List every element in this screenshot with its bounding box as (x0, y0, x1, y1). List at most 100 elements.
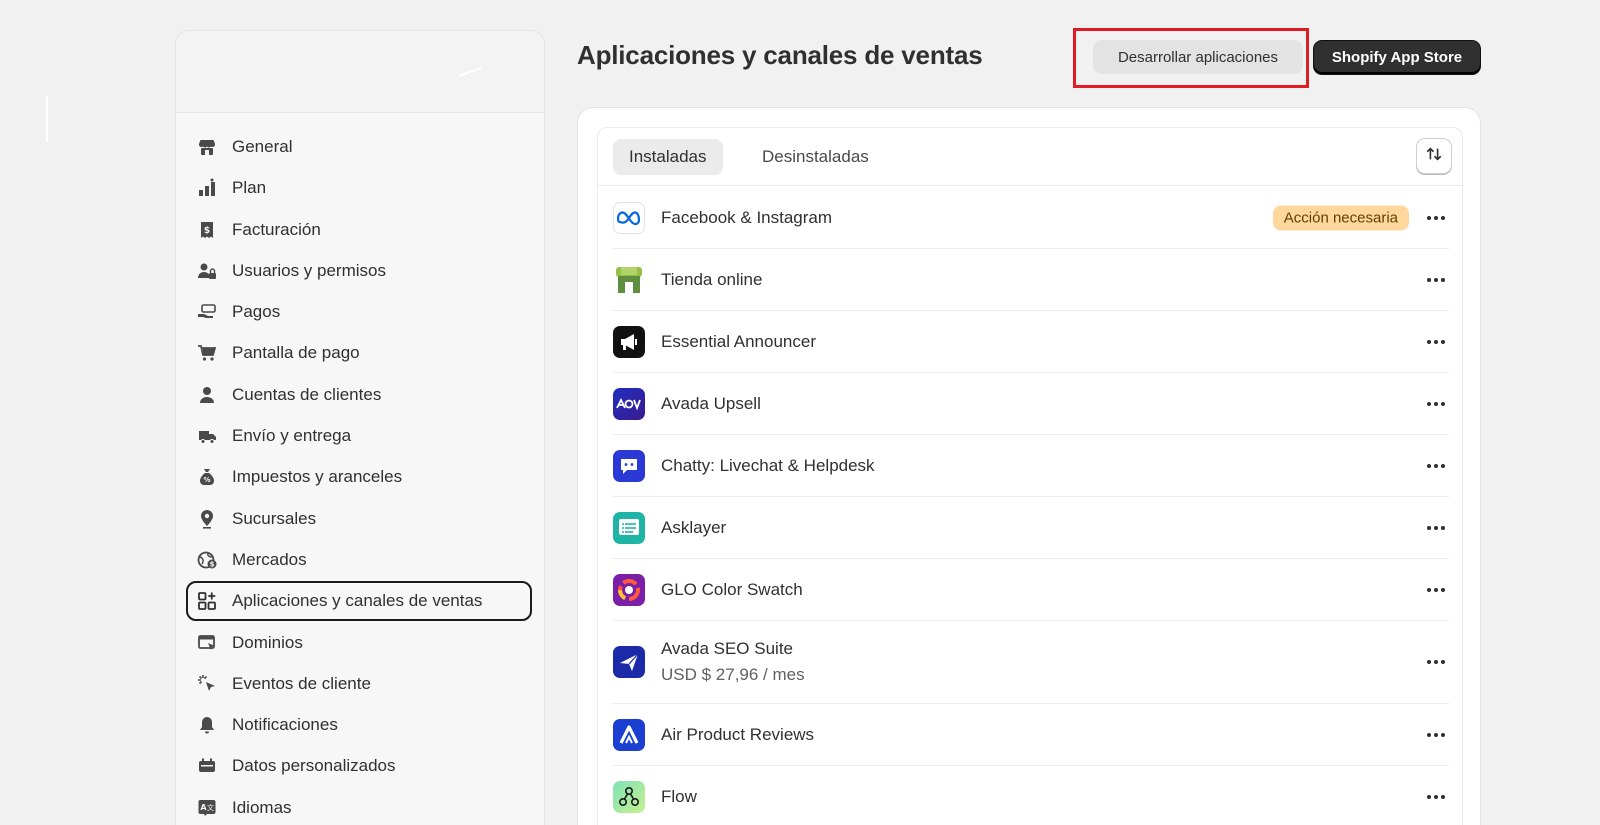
sidebar-item-locations[interactable]: Sucursales (186, 499, 532, 539)
sidebar-item-label: General (232, 137, 293, 156)
page-title: Aplicaciones y canales de ventas (577, 40, 983, 70)
app-text-group: Avada SEO Suite USD $ 27,96 / mes (661, 639, 805, 685)
apps-card: Instaladas Desinstaladas Facebook & Inst… (577, 107, 1481, 825)
app-name: Flow (661, 787, 697, 806)
avada-seo-icon (613, 646, 645, 678)
more-actions-icon[interactable] (1423, 394, 1449, 414)
app-row-online-store[interactable]: Tienda online (613, 249, 1449, 311)
sidebar-item-customer-events[interactable]: Eventos de cliente (186, 664, 532, 704)
sidebar-item-general[interactable]: General (186, 127, 532, 167)
sidebar-item-label: Datos personalizados (232, 756, 396, 776)
store-icon (196, 136, 218, 158)
svg-text:%: % (203, 476, 210, 484)
sidebar-item-label: Dominios (232, 632, 303, 652)
sidebar-item-domains[interactable]: Dominios (186, 623, 532, 663)
sidebar-item-label: Pantalla de pago (232, 343, 360, 363)
hand-cash-icon (196, 301, 218, 323)
sidebar-store-header (176, 31, 544, 113)
sidebar-item-label: Mercados (232, 549, 307, 569)
location-pin-icon (196, 508, 218, 530)
apps-tabs: Instaladas Desinstaladas (598, 128, 1462, 186)
tab-uninstalled[interactable]: Desinstaladas (746, 139, 885, 175)
app-row-air-reviews[interactable]: Air Product Reviews (613, 704, 1449, 766)
meta-icon (613, 201, 645, 234)
sidebar-item-label: Usuarios y permisos (232, 260, 386, 280)
screen-artifact (46, 96, 48, 142)
more-actions-icon[interactable] (1423, 518, 1449, 538)
header-decoration (458, 66, 482, 78)
air-reviews-icon (613, 718, 645, 751)
more-actions-icon[interactable] (1423, 208, 1449, 228)
receipt-icon: $ (196, 219, 218, 241)
bell-icon (196, 714, 218, 736)
tab-installed[interactable]: Instaladas (613, 139, 723, 175)
sidebar-item-label: Facturación (232, 219, 321, 239)
app-name: Tienda online (661, 269, 763, 289)
app-row-chatty[interactable]: Chatty: Livechat & Helpdesk (613, 435, 1449, 497)
sidebar-item-label: Idiomas (232, 797, 292, 817)
sidebar-item-billing[interactable]: $ Facturación (186, 210, 532, 250)
person-icon (196, 384, 218, 406)
app-row-flow[interactable]: Flow (613, 766, 1449, 825)
cart-icon (196, 342, 218, 364)
develop-apps-button[interactable]: Desarrollar aplicaciones (1093, 40, 1303, 74)
plan-icon (196, 177, 218, 199)
aov-icon (613, 387, 645, 420)
more-actions-icon[interactable] (1423, 787, 1449, 807)
color-swatch-icon (613, 573, 645, 606)
domain-icon (196, 632, 218, 654)
sort-button[interactable] (1416, 138, 1452, 174)
app-name: Avada SEO Suite (661, 639, 793, 658)
app-row-essential-announcer[interactable]: Essential Announcer (613, 311, 1449, 373)
sidebar-item-taxes[interactable]: % Impuestos y aranceles (186, 457, 532, 497)
more-actions-icon[interactable] (1423, 652, 1449, 672)
app-name: Asklayer (661, 517, 727, 537)
more-actions-icon[interactable] (1423, 456, 1449, 476)
sidebar-item-payments[interactable]: Pagos (186, 292, 532, 332)
database-icon (196, 755, 218, 777)
truck-icon (196, 425, 218, 447)
svg-text:文: 文 (207, 803, 214, 812)
sidebar-item-notifications[interactable]: Notificaciones (186, 705, 532, 745)
sidebar-item-label: Impuestos y aranceles (232, 467, 403, 487)
settings-sidebar: General Plan $ Facturación Usuarios y pe… (175, 30, 545, 825)
megaphone-icon (613, 325, 645, 358)
more-actions-icon[interactable] (1423, 270, 1449, 290)
more-actions-icon[interactable] (1423, 332, 1449, 352)
svg-text:$: $ (210, 560, 215, 568)
sidebar-item-shipping[interactable]: Envío y entrega (186, 416, 532, 456)
app-row-avada-seo[interactable]: Avada SEO Suite USD $ 27,96 / mes (613, 621, 1449, 704)
sidebar-item-label: Aplicaciones y canales de ventas (232, 591, 483, 611)
sidebar-item-plan[interactable]: Plan (186, 168, 532, 208)
more-actions-icon[interactable] (1423, 725, 1449, 745)
app-name: Facebook & Instagram (661, 207, 833, 227)
app-name: Chatty: Livechat & Helpdesk (661, 455, 875, 475)
apps-add-icon (196, 590, 218, 612)
app-row-asklayer[interactable]: Asklayer (613, 497, 1449, 559)
app-row-facebook[interactable]: Facebook & Instagram Acción necesaria (613, 187, 1449, 249)
chat-icon (613, 449, 645, 482)
sidebar-item-apps[interactable]: Aplicaciones y canales de ventas (186, 581, 532, 622)
status-badge: Acción necesaria (1272, 205, 1409, 230)
app-name: GLO Color Swatch (661, 579, 803, 599)
sidebar-item-markets[interactable]: $ Mercados (186, 540, 532, 580)
sidebar-item-checkout[interactable]: Pantalla de pago (186, 333, 532, 373)
cursor-click-icon (196, 673, 218, 695)
more-actions-icon[interactable] (1423, 580, 1449, 600)
apps-list-container: Instaladas Desinstaladas Facebook & Inst… (597, 127, 1463, 825)
sidebar-item-languages[interactable]: A文 Idiomas (186, 788, 532, 825)
flow-icon (613, 781, 645, 813)
sort-arrows-icon (1425, 145, 1443, 168)
sidebar-item-custom-data[interactable]: Datos personalizados (186, 746, 532, 786)
users-lock-icon (196, 260, 218, 282)
settings-nav: General Plan $ Facturación Usuarios y pe… (176, 113, 544, 825)
app-name: Air Product Reviews (661, 724, 815, 744)
sidebar-item-label: Sucursales (232, 508, 317, 528)
app-store-button[interactable]: Shopify App Store (1313, 40, 1481, 75)
app-name: Essential Announcer (661, 331, 816, 351)
app-row-glo-color-swatch[interactable]: GLO Color Swatch (613, 559, 1449, 621)
app-row-avada-upsell[interactable]: Avada Upsell (613, 373, 1449, 435)
sidebar-item-customer-accounts[interactable]: Cuentas de clientes (186, 375, 532, 415)
globe-dollar-icon: $ (196, 549, 218, 571)
sidebar-item-users[interactable]: Usuarios y permisos (186, 251, 532, 291)
